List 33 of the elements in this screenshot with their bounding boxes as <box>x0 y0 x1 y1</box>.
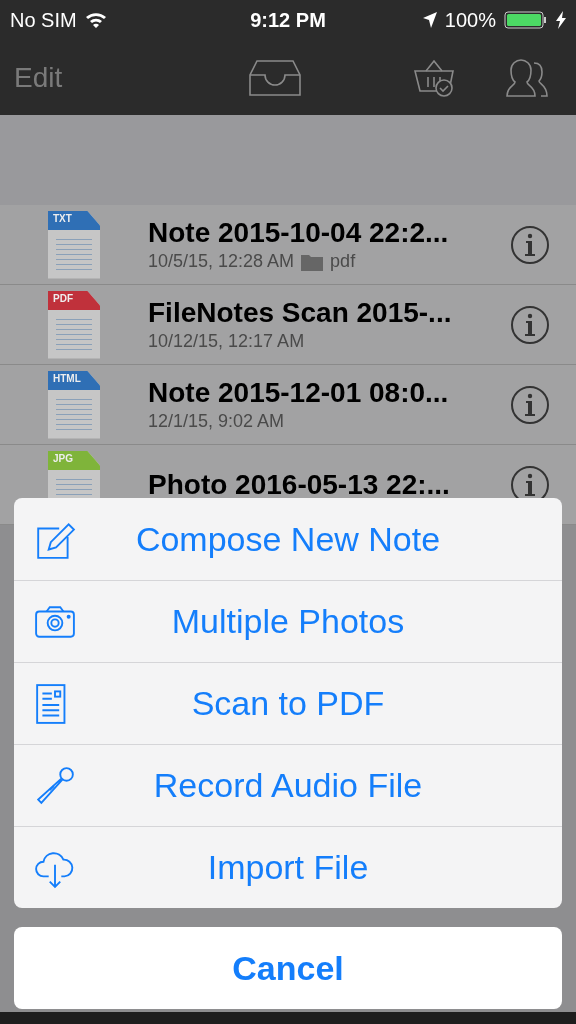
file-date: 10/5/15, 12:28 AM <box>148 251 295 272</box>
cancel-button[interactable]: Cancel <box>14 927 562 1009</box>
action-sheet-item[interactable]: Scan to PDF <box>14 662 562 744</box>
battery-percent: 100% <box>444 8 496 32</box>
file-type-tag: JPG <box>48 450 100 470</box>
info-icon[interactable] <box>510 384 550 425</box>
contacts-icon[interactable] <box>506 58 548 97</box>
location-icon <box>422 12 437 28</box>
info-icon[interactable] <box>510 304 550 345</box>
file-date: 12/1/15, 9:02 AM <box>148 411 285 432</box>
action-sheet-item[interactable]: Multiple Photos <box>14 580 562 662</box>
carrier-label: No SIM <box>10 8 77 32</box>
file-title: Note 2015-10-04 22:2... <box>148 217 450 249</box>
wifi-icon <box>84 12 107 28</box>
action-sheet-item[interactable]: Record Audio File <box>14 744 562 826</box>
basket-check-icon[interactable] <box>414 58 456 97</box>
file-title: Photo 2016-05-13 22:... <box>148 468 451 501</box>
info-icon[interactable] <box>510 224 550 265</box>
file-type-tag: TXT <box>48 210 100 230</box>
inbox-icon[interactable] <box>249 59 301 96</box>
file-date: 10/12/15, 12:17 AM <box>148 331 305 352</box>
battery-icon <box>504 11 548 29</box>
microphone-icon <box>34 764 76 807</box>
action-sheet-item[interactable]: Import File <box>14 826 562 908</box>
folder-label: pdf <box>330 251 356 272</box>
charging-icon <box>556 11 566 29</box>
file-type-tag: HTML <box>48 370 100 390</box>
file-title: Note 2015-12-01 08:0... <box>148 377 450 409</box>
clock: 9:12 PM <box>250 8 326 32</box>
file-title: FileNotes Scan 2015-... <box>148 297 453 329</box>
action-sheet-item[interactable]: Compose New Note <box>14 498 562 580</box>
file-type-tag: PDF <box>48 290 100 310</box>
edit-button[interactable]: Edit <box>14 61 249 94</box>
